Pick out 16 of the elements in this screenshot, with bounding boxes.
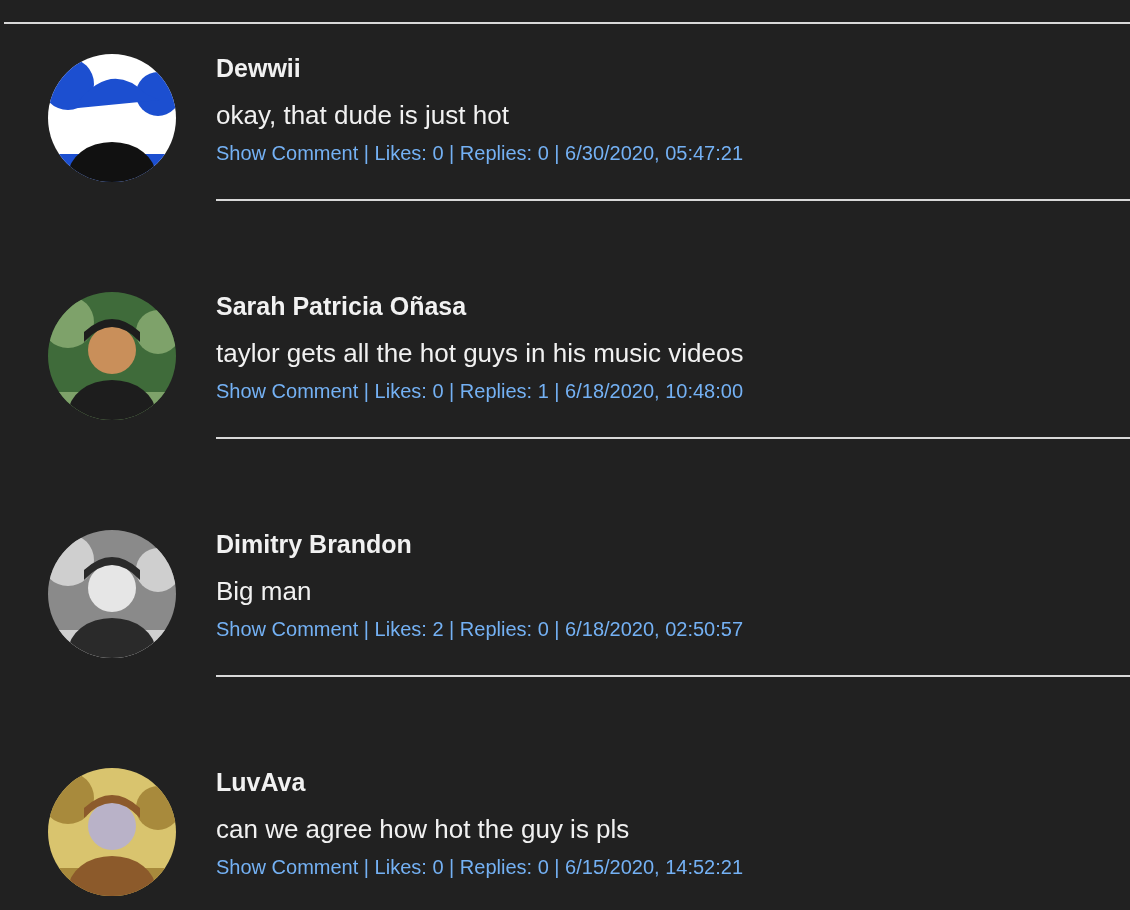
author-name: Dimitry Brandon (216, 530, 412, 558)
show-comment-link[interactable]: Show Comment (216, 380, 359, 402)
comment-text: okay, that dude is just hot (216, 99, 510, 132)
comment-stats: | Likes: 0 | Replies: 1 | 6/18/2020, 10:48:00 (363, 380, 743, 402)
show-comment-link[interactable]: Show Comment (216, 142, 359, 164)
show-comment-link[interactable]: Show Comment (216, 618, 359, 640)
comment-text: taylor gets all the hot guys in his music videos (216, 337, 745, 370)
show-comment-link[interactable]: Show Comment (216, 856, 359, 878)
comment-text: Big man (216, 575, 313, 608)
comment-text: can we agree how hot the guy is pls (216, 813, 631, 846)
author-name: Dewwii (216, 54, 301, 82)
comment-stats: | Likes: 2 | Replies: 0 | 6/18/2020, 02:50:57 (363, 618, 743, 640)
comment-stats: | Likes: 0 | Replies: 0 | 6/15/2020, 14:52:21 (363, 856, 743, 878)
author-name: LuvAva (216, 768, 306, 796)
comment-stats: | Likes: 0 | Replies: 0 | 6/30/2020, 05:47:21 (363, 142, 743, 164)
author-name: Sarah Patricia Oñasa (216, 292, 467, 320)
